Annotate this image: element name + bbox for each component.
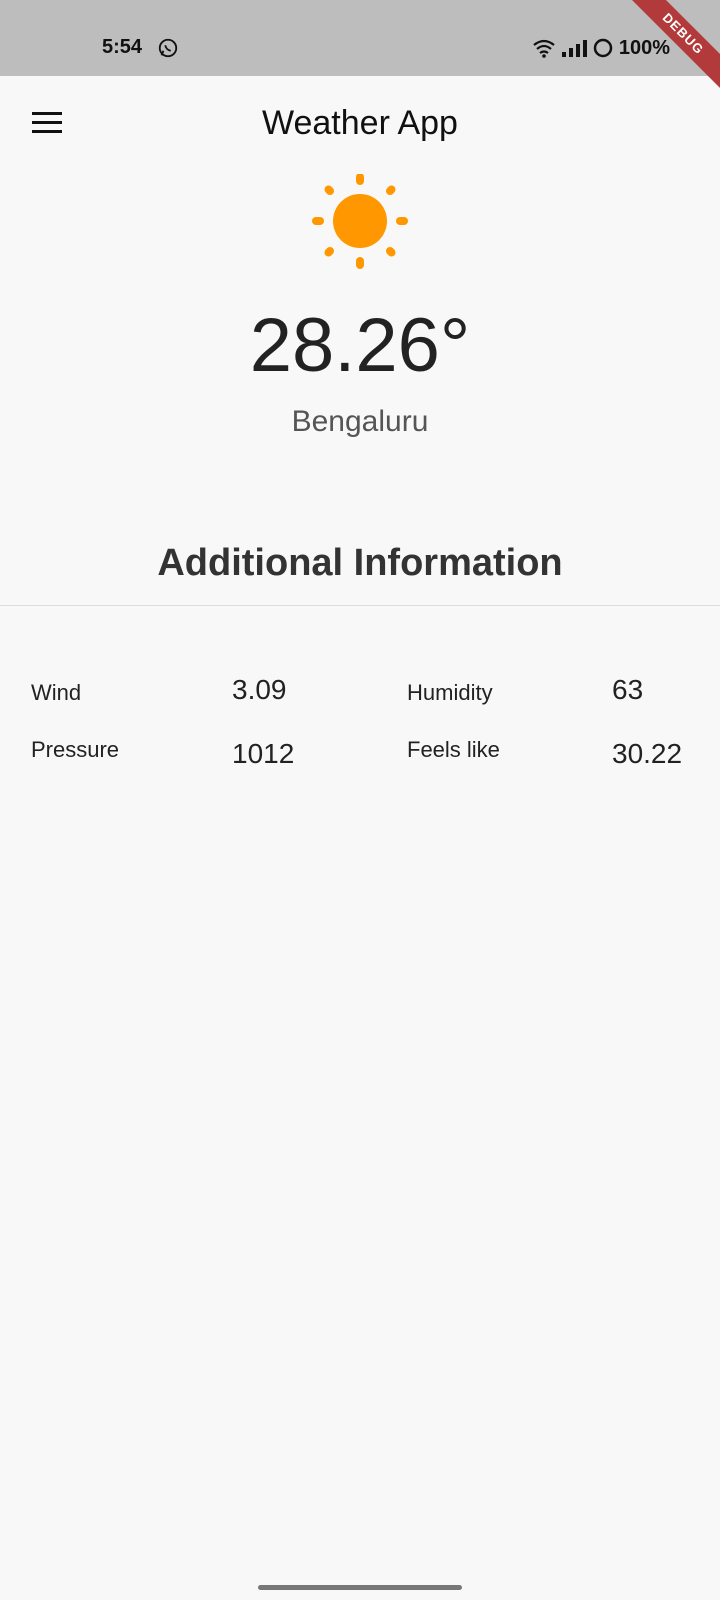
divider <box>0 605 720 606</box>
home-indicator[interactable] <box>258 1585 462 1590</box>
battery-saver-icon <box>593 38 613 58</box>
status-bar: 5:54 100% DEBUG <box>0 0 720 96</box>
temperature: 28.26° <box>249 303 471 388</box>
app-title: Weather App <box>262 104 458 142</box>
feels-like-label: Feels like <box>407 737 500 762</box>
pressure-label: Pressure <box>31 737 120 762</box>
wind-value: 3.09 <box>232 674 287 705</box>
wind-label: Wind <box>31 680 82 705</box>
feels-like-value: 30.22 <box>612 738 683 769</box>
sun-icon <box>312 174 408 269</box>
humidity-label: Humidity <box>407 680 493 705</box>
status-indicators: 100% <box>532 36 670 60</box>
app-bar: Weather App <box>0 76 720 172</box>
wifi-icon <box>533 39 555 58</box>
status-time: 5:54 <box>102 36 143 58</box>
city-name: Bengaluru <box>291 405 429 438</box>
battery-percent: 100% <box>618 36 670 59</box>
whatsapp-icon <box>158 38 178 58</box>
signal-icon <box>561 40 587 57</box>
section-title: Additional Information <box>157 542 563 584</box>
humidity-value: 63 <box>612 674 644 705</box>
pressure-value: 1012 <box>232 738 295 769</box>
